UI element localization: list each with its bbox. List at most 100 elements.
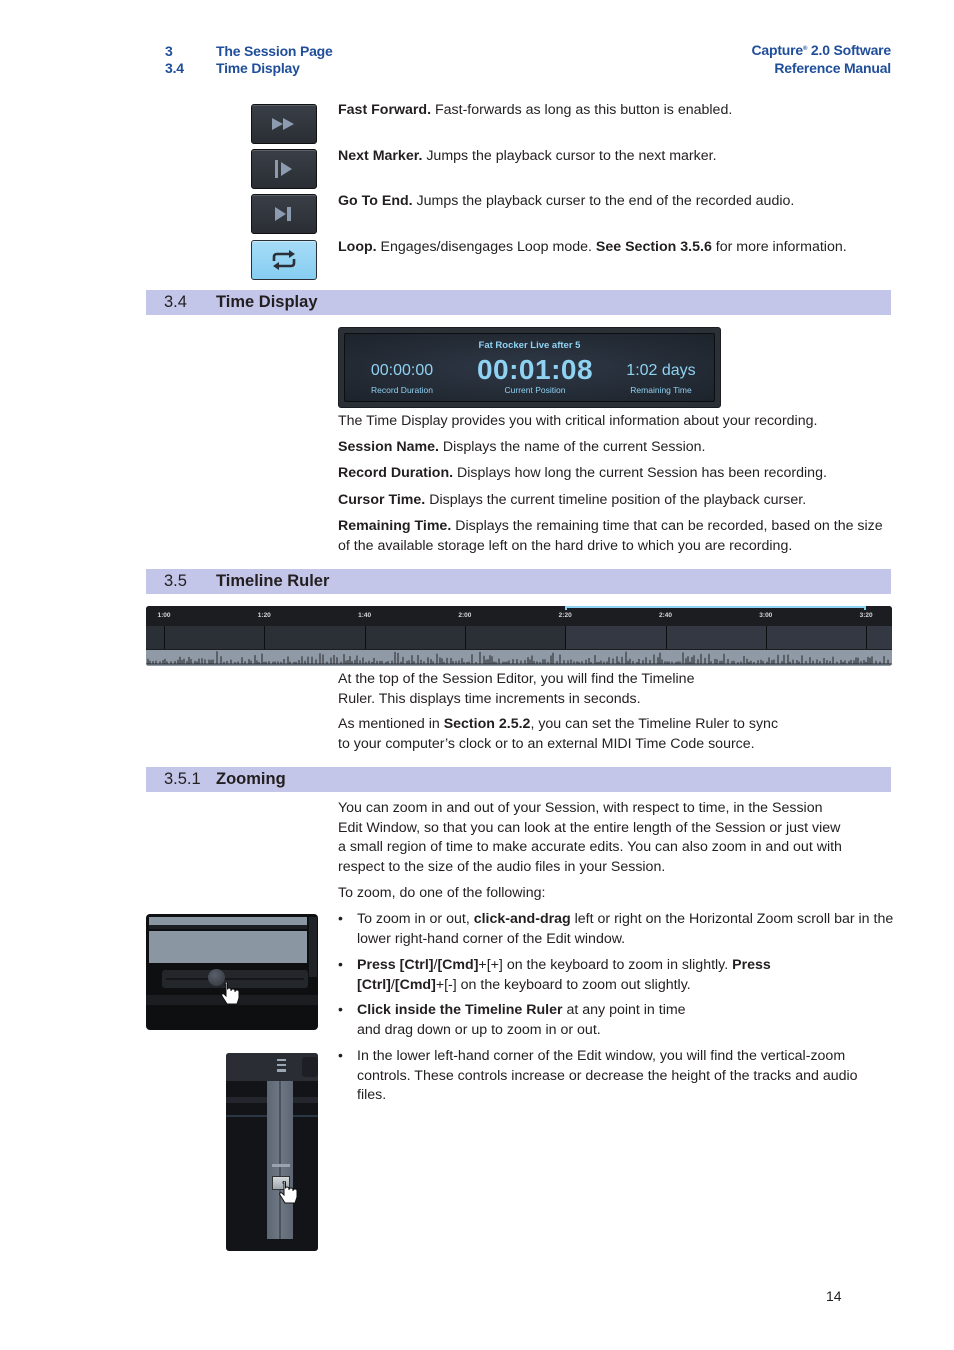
description: Jumps the playback cursor to the next ma… <box>422 148 717 164</box>
next-marker-button[interactable] <box>251 149 317 189</box>
ruler-tick-label: 2:00 <box>458 612 472 619</box>
section-reference: Section 2.5.2 <box>443 716 531 732</box>
fast-forward-icon <box>272 118 294 130</box>
fast-forward-button[interactable] <box>251 104 317 144</box>
ruler-gridline <box>866 626 868 649</box>
remaining-time-value: 1:02 days <box>626 362 696 379</box>
slider-tick <box>272 1164 290 1167</box>
term: Session Name. <box>338 439 439 455</box>
ruler-gridline <box>765 626 767 649</box>
emphasis: Press [Ctrl] <box>357 957 434 973</box>
term: Record Duration. <box>338 465 454 481</box>
adjacent-button <box>302 1057 318 1077</box>
zoom-para-1: You can zoom in and out of your Session,… <box>338 800 842 875</box>
vertical-zoom-slider[interactable] <box>267 1081 293 1239</box>
loop-region-shade <box>565 626 892 649</box>
text: As mentioned in <box>338 716 444 732</box>
bullet-marker: • <box>338 1047 343 1063</box>
next-marker-description: Next Marker. Jumps the playback cursor t… <box>338 147 717 167</box>
description: Jumps the playback curser to the end of … <box>412 193 795 209</box>
loop-description: Loop. Engages/disengages Loop mode. See … <box>338 238 847 258</box>
ruler-tick-label: 3:20 <box>859 612 873 619</box>
ruler-gridline <box>565 626 567 649</box>
section-heading-3-5-1: 3.5.1 Zooming <box>146 767 891 792</box>
page-number: 14 <box>826 1288 842 1304</box>
menu-icon-bar <box>277 1064 286 1066</box>
ruler-gridline <box>164 626 165 649</box>
header-section-title: Time Display <box>216 60 300 76</box>
description: Fast-forwards as long as this button is … <box>431 102 733 118</box>
zoom-para-2: To zoom, do one of the following: <box>338 885 546 901</box>
track-strip <box>149 917 307 925</box>
current-position-label: Current Position <box>504 385 566 395</box>
ruler-gridline <box>264 626 266 649</box>
term: Fast Forward. <box>338 102 432 118</box>
term: Remaining Time. <box>338 518 452 534</box>
section-heading-3-5: 3.5 Timeline Ruler <box>146 569 891 594</box>
loop-icon <box>272 250 296 270</box>
section-heading-3-4: 3.4 Time Display <box>146 290 891 315</box>
record-duration-value: 00:00:00 <box>370 362 434 379</box>
ruler-gridline <box>464 626 466 649</box>
fast-forward-description: Fast Forward. Fast-forwards as long as t… <box>338 101 732 121</box>
section-title: Timeline Ruler <box>216 572 330 590</box>
bullet-marker: • <box>338 1001 343 1017</box>
term: Next Marker. <box>338 148 423 164</box>
header-chapter-title: The Session Page <box>216 43 333 59</box>
divider <box>149 925 307 929</box>
record-duration-item: Record Duration. Displays how long the c… <box>338 464 827 484</box>
text: +[+] on the keyboard to zoom in slightly… <box>478 957 733 973</box>
header-section-number: 3.4 <box>165 60 184 76</box>
description: Displays how long the current Session ha… <box>453 465 827 481</box>
record-duration-label: Record Duration <box>371 385 433 395</box>
trademark: ® <box>803 46 808 52</box>
current-position-value: 00:01:08 <box>476 354 594 385</box>
go-to-end-icon <box>275 207 291 221</box>
ruler-gridline <box>364 626 366 649</box>
time-display-panel: Fat Rocker Live after 5 00:00:00 Record … <box>338 327 721 408</box>
ruler-tick-label: 1:40 <box>358 612 372 619</box>
ruler-tick-label: 1:20 <box>257 612 271 619</box>
ruler-tick-label: 1:00 <box>157 612 171 619</box>
bullet-text: Click inside the Timeline Ruler at any p… <box>357 1001 697 1040</box>
ruler-tick-label: 3:00 <box>759 612 773 619</box>
emphasis: [Cmd] <box>394 976 436 993</box>
description: Displays the name of the current Session… <box>438 439 706 455</box>
term: Go To End. <box>338 193 413 209</box>
loop-button[interactable] <box>251 240 317 280</box>
description: Displays the current timeline position o… <box>425 492 807 508</box>
product-version: 2.0 Software <box>807 42 891 58</box>
section-number: 3.5.1 <box>164 770 201 788</box>
next-marker-icon <box>275 160 292 178</box>
slider-groove <box>279 1081 281 1239</box>
remaining-time-item: Remaining Time. Displays the remaining t… <box>338 517 883 556</box>
session-name-item: Session Name. Displays the name of the c… <box>338 438 705 458</box>
menu-icon-bar <box>277 1059 286 1061</box>
hand-cursor-icon <box>221 982 240 1005</box>
remaining-time-label: Remaining Time <box>630 385 692 395</box>
timeline-ruler[interactable]: 1:00 1:20 1:40 2:00 2:20 2:40 3:00 3:20 <box>146 606 892 666</box>
header-manual-title: Reference Manual <box>774 60 891 76</box>
go-to-end-description: Go To End. Jumps the playback curser to … <box>338 192 794 212</box>
ruler-gridline <box>665 626 667 649</box>
vertical-zoom-screenshot <box>226 1053 318 1251</box>
emphasis: click-and-drag <box>473 911 571 927</box>
session-name: Fat Rocker Live after 5 <box>478 340 581 351</box>
horizontal-zoom-screenshot <box>146 914 318 1030</box>
term: Cursor Time. <box>338 492 426 508</box>
section-number: 3.4 <box>164 293 187 311</box>
loop-range-marker[interactable] <box>565 606 867 610</box>
description: Engages/disengages Loop mode. <box>376 239 596 255</box>
description: for more information. <box>711 239 847 255</box>
emphasis: [Cmd] <box>437 957 479 973</box>
cursor-time-item: Cursor Time. Displays the current timeli… <box>338 491 806 511</box>
bullet-marker: • <box>338 956 343 972</box>
bullet-text: In the lower left-hand corner of the Edi… <box>357 1048 858 1104</box>
header-product: Capture® 2.0 Software <box>752 42 892 59</box>
waveform <box>146 651 892 665</box>
waveform-overview <box>146 650 892 666</box>
menu-icon-bar <box>277 1069 286 1072</box>
ruler-para-1: At the top of the Session Editor, you wi… <box>338 671 695 707</box>
hand-cursor-icon <box>279 1181 298 1204</box>
go-to-end-button[interactable] <box>251 194 317 234</box>
